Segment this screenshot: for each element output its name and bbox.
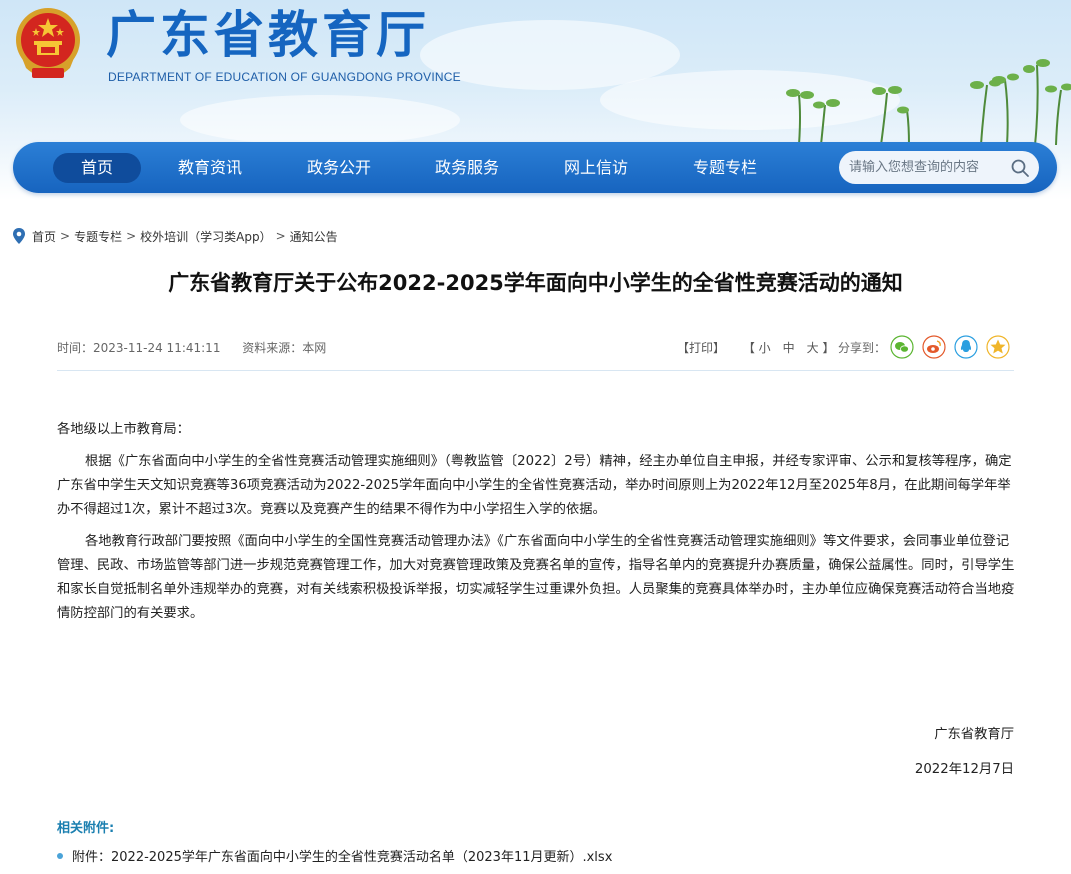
article-source: 资料来源：本网 bbox=[242, 341, 327, 355]
breadcrumb-separator: > bbox=[126, 229, 137, 243]
article-meta: 时间：2023-11-24 11:41:11 资料来源：本网 bbox=[57, 339, 344, 356]
signature-date: 2022年12月7日 bbox=[914, 762, 1014, 777]
attachment-item: 附件：2022-2025学年广东省面向中小学生的全省性竞赛活动名单（2023年1… bbox=[57, 846, 612, 865]
nav-item-government-affairs[interactable]: 政务公开 bbox=[294, 153, 384, 183]
plant-sprouts-decoration bbox=[786, 59, 1071, 145]
breadcrumb-item-special-topics[interactable]: 专题专栏 bbox=[74, 228, 122, 245]
font-size-switcher[interactable]: 【 小 中 大 】 bbox=[743, 341, 835, 355]
attachment-link[interactable]: 附件：2022-2025学年广东省面向中小学生的全省性竞赛活动名单（2023年1… bbox=[72, 846, 612, 865]
nav-item-home[interactable]: 首页 bbox=[53, 153, 141, 183]
search-input[interactable] bbox=[849, 157, 1009, 178]
search-icon[interactable] bbox=[1010, 158, 1030, 178]
breadcrumb-item-home[interactable]: 首页 bbox=[32, 228, 56, 245]
breadcrumb-separator: > bbox=[275, 229, 286, 243]
bullet-dot-icon bbox=[57, 852, 63, 859]
main-nav: 首页 教育资讯 政务公开 政务服务 网上信访 专题专栏 bbox=[13, 142, 1057, 193]
article-paragraph: 根据《广东省面向中小学生的全省性竞赛活动管理实施细则》（粤教监管〔2022〕2号… bbox=[57, 454, 1012, 517]
article-tools: 【打印】 【 小 中 大 】 bbox=[677, 339, 834, 356]
national-emblem-icon bbox=[16, 8, 80, 78]
meta-divider bbox=[57, 370, 1014, 371]
breadcrumb: 首页 > 专题专栏 > 校外培训（学习类App） > 通知公告 bbox=[12, 227, 338, 245]
nav-item-special-topics[interactable]: 专题专栏 bbox=[680, 153, 770, 183]
breadcrumb-item-notices[interactable]: 通知公告 bbox=[290, 228, 338, 245]
print-button[interactable]: 【打印】 bbox=[677, 341, 725, 355]
qzone-share-icon[interactable] bbox=[986, 335, 1010, 359]
article-title: 广东省教育厅关于公布2022-2025学年面向中小学生的全省性竞赛活动的通知 bbox=[168, 271, 903, 295]
article-paragraph: 各地教育行政部门要按照《面向中小学生的全国性竞赛活动管理办法》《广东省面向中小学… bbox=[57, 534, 1015, 621]
wechat-share-icon[interactable] bbox=[890, 335, 914, 359]
breadcrumb-separator: > bbox=[60, 229, 71, 243]
location-pin-icon bbox=[13, 228, 25, 244]
site-title: 广东省教育厅 bbox=[106, 6, 430, 64]
weibo-share-icon[interactable] bbox=[922, 335, 946, 359]
cloud-decoration bbox=[180, 95, 460, 145]
signature: 广东省教育厅 bbox=[934, 727, 1014, 742]
publish-time: 时间：2023-11-24 11:41:11 bbox=[57, 341, 221, 355]
search-box bbox=[839, 151, 1039, 184]
site-subtitle: DEPARTMENT OF EDUCATION OF GUANGDONG PRO… bbox=[108, 70, 461, 84]
nav-item-education-news[interactable]: 教育资讯 bbox=[165, 153, 255, 183]
salutation: 各地级以上市教育局： bbox=[57, 422, 190, 437]
article-body: 各地级以上市教育局： 根据《广东省面向中小学生的全省性竞赛活动管理实施细则》（粤… bbox=[57, 418, 1017, 634]
nav-item-online-petition[interactable]: 网上信访 bbox=[551, 153, 641, 183]
attachments-title: 相关附件: bbox=[57, 821, 115, 836]
nav-item-government-services[interactable]: 政务服务 bbox=[422, 153, 512, 183]
qq-share-icon[interactable] bbox=[954, 335, 978, 359]
share-label: 分享到： bbox=[838, 341, 887, 355]
breadcrumb-item-offcampus-training[interactable]: 校外培训（学习类App） bbox=[140, 228, 271, 245]
